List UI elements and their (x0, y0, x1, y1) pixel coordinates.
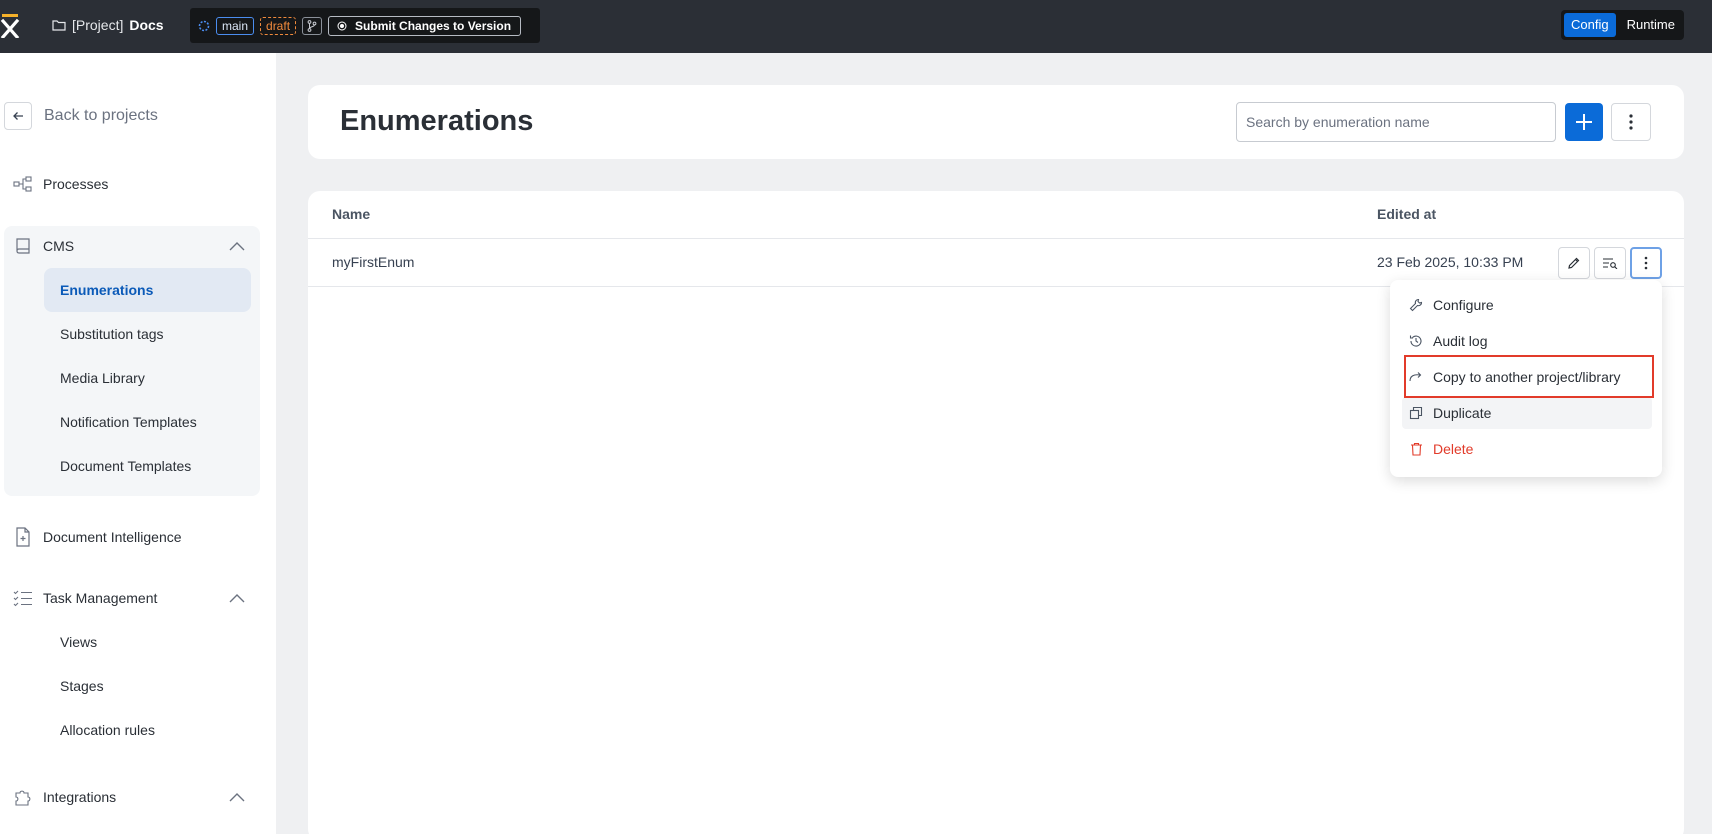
project-breadcrumb[interactable]: [Project] Docs (52, 17, 164, 33)
menu-item-configure[interactable]: Configure (1402, 289, 1652, 321)
draft-badge: draft (260, 16, 297, 35)
back-to-projects[interactable]: Back to projects (4, 102, 158, 130)
row-more-button[interactable] (1630, 247, 1662, 279)
sidebar-item-media-library[interactable]: Media Library (60, 370, 145, 386)
more-vertical-icon (1629, 114, 1633, 130)
submit-changes-button[interactable]: Submit Changes to Version (328, 15, 522, 36)
top-bar: [Project] Docs main draft Submit Changes… (0, 0, 1712, 53)
sidebar-item-processes[interactable]: Processes (12, 173, 108, 195)
menu-item-label: Configure (1433, 297, 1494, 313)
back-button[interactable] (4, 102, 32, 130)
page-title: Enumerations (340, 105, 534, 137)
column-header-name[interactable]: Name (332, 206, 370, 222)
menu-item-audit-log[interactable]: Audit log (1402, 325, 1652, 357)
column-header-edited-at[interactable]: Edited at (1377, 206, 1436, 222)
mode-runtime-button[interactable]: Runtime (1620, 13, 1682, 37)
chevron-up-icon[interactable] (226, 587, 248, 609)
sidebar-item-views[interactable]: Views (60, 634, 97, 650)
sidebar-item-label: Processes (43, 176, 109, 192)
chevron-up-icon[interactable] (226, 786, 248, 808)
sidebar-item-label: Integrations (43, 789, 117, 805)
mode-config-button[interactable]: Config (1564, 13, 1616, 37)
menu-item-label: Delete (1433, 441, 1474, 457)
row-edited-at-cell: 23 Feb 2025, 10:33 PM (1377, 254, 1524, 270)
menu-item-label: Audit log (1433, 333, 1488, 349)
mode-switch: Config Runtime (1561, 10, 1684, 40)
sidebar-item-enumerations[interactable]: Enumerations (44, 268, 251, 312)
list-search-icon (1603, 258, 1618, 269)
sidebar-item-document-intelligence[interactable]: Document Intelligence (12, 526, 182, 548)
menu-item-delete[interactable]: Delete (1402, 433, 1652, 465)
history-icon (1408, 333, 1424, 349)
highlight-box (1404, 355, 1654, 398)
trash-icon (1408, 441, 1424, 457)
row-name-cell[interactable]: myFirstEnum (332, 254, 414, 270)
sidebar-item-label: Document Intelligence (43, 529, 182, 545)
document-plus-icon (12, 526, 34, 548)
row-context-menu: Configure Audit log Copy to another proj… (1390, 280, 1662, 477)
sidebar-item-notification-templates[interactable]: Notification Templates (60, 414, 197, 430)
header-divider (308, 238, 1684, 239)
plus-icon (1576, 114, 1592, 130)
app-logo-icon[interactable] (0, 14, 22, 38)
more-vertical-icon (1644, 256, 1648, 270)
branch-badge[interactable]: main (216, 16, 255, 35)
copy-icon (1408, 405, 1424, 421)
sidebar: Back to projects Processes CMS Enumerati… (0, 53, 276, 834)
book-icon (12, 235, 34, 257)
sidebar-item-document-templates[interactable]: Document Templates (60, 458, 191, 474)
row-view-button[interactable] (1594, 247, 1626, 279)
git-branch-icon (307, 19, 317, 32)
add-enumeration-button[interactable] (1565, 103, 1603, 141)
submit-changes-label: Submit Changes to Version (355, 18, 512, 33)
sidebar-item-task-management[interactable]: Task Management (12, 587, 157, 609)
sidebar-item-integrations[interactable]: Integrations (12, 786, 116, 808)
wrench-icon (1408, 297, 1424, 313)
sidebar-item-substitution-tags[interactable]: Substitution tags (60, 326, 164, 342)
menu-item-duplicate[interactable]: Duplicate (1402, 397, 1652, 429)
sidebar-item-label: Task Management (43, 590, 158, 606)
search-input[interactable] (1236, 102, 1556, 142)
git-branch-button[interactable] (302, 16, 323, 35)
page-header: Enumerations (308, 85, 1684, 159)
arrow-left-icon (13, 112, 23, 120)
row-edit-button[interactable] (1558, 247, 1590, 279)
menu-item-label: Duplicate (1433, 405, 1492, 421)
sidebar-item-stages[interactable]: Stages (60, 678, 104, 694)
process-flow-icon (12, 173, 34, 195)
sidebar-item-allocation-rules[interactable]: Allocation rules (60, 722, 155, 738)
header-more-button[interactable] (1611, 103, 1651, 141)
project-name: Docs (129, 17, 164, 33)
cms-group (4, 226, 260, 496)
back-label: Back to projects (44, 107, 158, 124)
branch-status-icon (198, 20, 210, 31)
project-prefix: [Project] (72, 17, 124, 33)
radio-dot-icon (337, 21, 347, 30)
chevron-up-icon[interactable] (226, 235, 248, 257)
checklist-icon (12, 587, 34, 609)
sidebar-item-cms[interactable]: CMS (12, 235, 74, 257)
folder-icon (52, 20, 66, 31)
puzzle-icon (12, 786, 34, 808)
branch-toolbar: main draft Submit Changes to Version (190, 8, 540, 43)
sidebar-item-label: CMS (43, 238, 75, 254)
pencil-icon (1568, 257, 1580, 269)
